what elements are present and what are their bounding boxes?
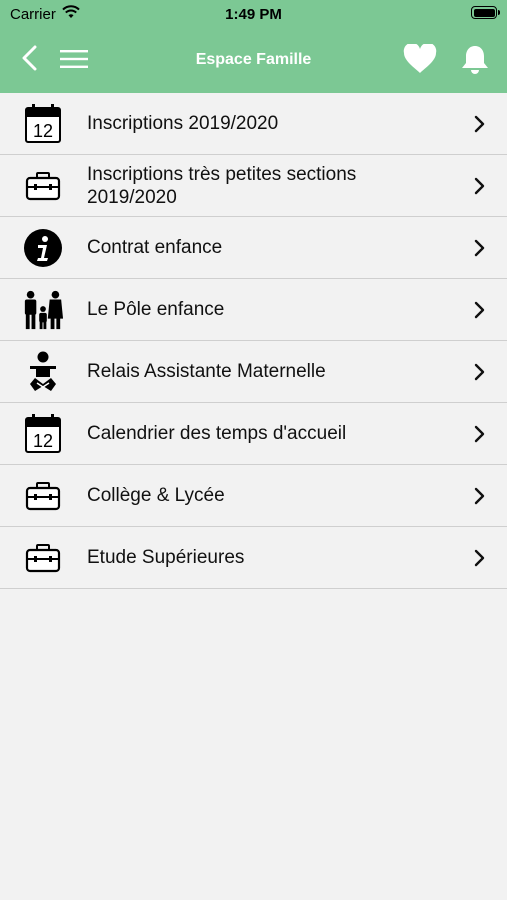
list-item-label: Contrat enfance <box>87 237 223 258</box>
chevron-right-icon <box>474 487 486 510</box>
list-item-label: Relais Assistante Maternelle <box>87 361 326 382</box>
list-item-label: Etude Supérieures <box>87 547 245 568</box>
calendar-day: 12 <box>33 121 53 141</box>
menu-list: 12 Inscriptions 2019/2020 Inscriptions t… <box>0 93 507 589</box>
heart-icon[interactable] <box>403 42 437 79</box>
list-item-label: Calendrier des temps d'accueil <box>87 423 347 444</box>
list-item-pole-enfance[interactable]: Le Pôle enfance <box>0 279 507 341</box>
list-item-tps[interactable]: Inscriptions très petites sections 2019/… <box>0 155 507 217</box>
battery-icon <box>471 6 500 19</box>
list-item-label: Inscriptions très petites sections 2019/… <box>87 163 357 208</box>
list-item-contrat-enfance[interactable]: Contrat enfance <box>0 217 507 279</box>
briefcase-icon <box>22 476 64 516</box>
chevron-right-icon <box>474 363 486 386</box>
chevron-right-icon <box>474 239 486 262</box>
list-item-label: Inscriptions 2019/2020 <box>87 113 279 134</box>
chevron-right-icon <box>474 115 486 138</box>
list-item-label: Collège & Lycée <box>87 485 225 506</box>
calendar-icon: 12 <box>22 414 64 454</box>
chevron-right-icon <box>474 425 486 448</box>
info-icon <box>22 228 64 268</box>
chevron-right-icon <box>474 549 486 572</box>
baby-icon <box>22 351 64 392</box>
navigation-bar: Espace Famille <box>0 28 507 93</box>
family-icon <box>22 290 64 330</box>
clock: 1:49 PM <box>225 6 282 23</box>
briefcase-icon <box>22 166 64 206</box>
app-header: Carrier 1:49 PM Espace Famille <box>0 0 507 93</box>
chevron-right-icon <box>474 301 486 324</box>
bell-icon[interactable] <box>460 44 490 81</box>
list-item-etude-superieures[interactable]: Etude Supérieures <box>0 527 507 589</box>
chevron-right-icon <box>474 177 486 200</box>
calendar-icon: 12 <box>22 104 64 144</box>
list-item-calendrier[interactable]: 12 Calendrier des temps d'accueil <box>0 403 507 465</box>
list-item-relais[interactable]: Relais Assistante Maternelle <box>0 341 507 403</box>
list-item-label: Le Pôle enfance <box>87 299 225 320</box>
calendar-day: 12 <box>33 431 53 451</box>
list-item-college-lycee[interactable]: Collège & Lycée <box>0 465 507 527</box>
status-bar: Carrier 1:49 PM <box>0 0 507 28</box>
briefcase-icon <box>22 538 64 578</box>
list-item-inscriptions[interactable]: 12 Inscriptions 2019/2020 <box>0 93 507 155</box>
